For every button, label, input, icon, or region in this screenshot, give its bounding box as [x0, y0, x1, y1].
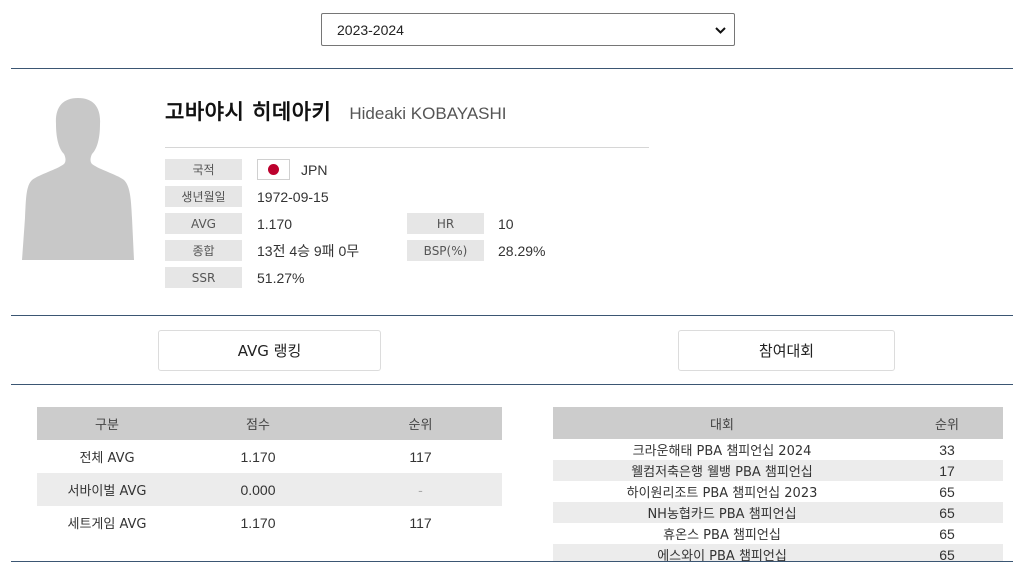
tournament-table: 대회 순위 크라운해태 PBA 챔피언십 2024 33 웰컴저축은행 웰뱅 P… [553, 407, 1003, 561]
player-name: 고바야시 히데아키 Hideaki KOBAYASHI [165, 96, 507, 126]
tournament-name: 휴온스 PBA 챔피언십 [663, 528, 781, 543]
row-category: 서바이벌 AVG [37, 473, 177, 506]
birth-value: 1972-09-15 [257, 188, 329, 205]
tournament-rank: 65 [891, 544, 1003, 561]
tab-avg-ranking[interactable]: AVG 랭킹 [158, 330, 381, 371]
section-divider [11, 561, 1013, 562]
hr-value: 10 [498, 215, 514, 232]
tournament-rank: 65 [939, 483, 955, 500]
section-divider [11, 68, 1013, 69]
japan-flag-icon [257, 159, 290, 180]
row-rank: - [339, 473, 502, 506]
tournament-name: 웰컴저축은행 웰뱅 PBA 챔피언십 [553, 460, 891, 481]
nationality-label: 국적 [165, 159, 242, 180]
birth-label: 생년월일 [165, 186, 242, 207]
nationality-value: JPN [301, 161, 328, 178]
player-name-korean: 고바야시 히데아키 [165, 100, 332, 124]
tournament-name: 하이원리조트 PBA 챔피언십 2023 [626, 486, 818, 501]
row-rank: 117 [409, 514, 432, 531]
tournament-name: NH농협카드 PBA 챔피언십 [553, 502, 891, 523]
tournament-rank: 33 [939, 441, 955, 458]
chevron-down-icon [706, 23, 734, 37]
tournament-rank: 65 [939, 525, 955, 542]
avg-ranking-table: 구분 점수 순위 전체 AVG 1.170 117 서바이벌 AVG 0.000… [37, 407, 502, 539]
avg-label: AVG [165, 213, 242, 234]
column-header: 구분 [37, 407, 177, 440]
column-header: 순위 [891, 407, 1003, 439]
table-row: 서바이벌 AVG 0.000 - [37, 473, 502, 506]
table-header-row: 대회 순위 [553, 407, 1003, 439]
record-value: 13전 4승 9패 0무 [257, 242, 360, 259]
column-header: 점수 [177, 407, 339, 440]
ssr-value: 51.27% [257, 269, 305, 286]
table-row: 에스와이 PBA 챔피언십 65 [553, 544, 1003, 561]
tournament-rank: 65 [891, 502, 1003, 523]
tab-tournaments[interactable]: 참여대회 [678, 330, 895, 371]
record-label: 종합 [165, 240, 242, 261]
table-header-row: 구분 점수 순위 [37, 407, 502, 440]
tournament-name: 크라운해태 PBA 챔피언십 2024 [632, 444, 812, 459]
table-row: 웰컴저축은행 웰뱅 PBA 챔피언십 17 [553, 460, 1003, 481]
bsp-label: BSP(%) [407, 240, 484, 261]
row-category: 전체 AVG [79, 451, 135, 466]
table-row: NH농협카드 PBA 챔피언십 65 [553, 502, 1003, 523]
row-category: 세트게임 AVG [67, 517, 147, 532]
row-score: 0.000 [177, 473, 339, 506]
row-score: 1.170 [240, 448, 276, 465]
column-header: 대회 [553, 407, 891, 439]
bsp-value: 28.29% [498, 242, 546, 259]
season-select[interactable]: 2023-2024 [321, 13, 735, 46]
table-row: 세트게임 AVG 1.170 117 [37, 506, 502, 539]
tournament-table-scroll[interactable]: 대회 순위 크라운해태 PBA 챔피언십 2024 33 웰컴저축은행 웰뱅 P… [553, 407, 1003, 561]
avg-value: 1.170 [257, 215, 293, 232]
table-row: 하이원리조트 PBA 챔피언십 2023 65 [553, 481, 1003, 502]
table-row: 전체 AVG 1.170 117 [37, 440, 502, 473]
person-silhouette-icon [22, 98, 134, 260]
hr-label: HR [407, 213, 484, 234]
tournament-name: 에스와이 PBA 챔피언십 [553, 544, 891, 561]
row-rank: 117 [409, 448, 432, 465]
table-row: 휴온스 PBA 챔피언십 65 [553, 523, 1003, 544]
section-divider [11, 315, 1013, 316]
row-score: 1.170 [240, 514, 276, 531]
name-divider [165, 147, 649, 148]
season-select-value: 2023-2024 [337, 21, 404, 38]
tournament-rank: 17 [891, 460, 1003, 481]
section-divider [11, 384, 1013, 385]
table-row: 크라운해태 PBA 챔피언십 2024 33 [553, 439, 1003, 460]
player-name-english: Hideaki KOBAYASHI [349, 104, 507, 123]
column-header: 순위 [339, 407, 502, 440]
ssr-label: SSR [165, 267, 242, 288]
